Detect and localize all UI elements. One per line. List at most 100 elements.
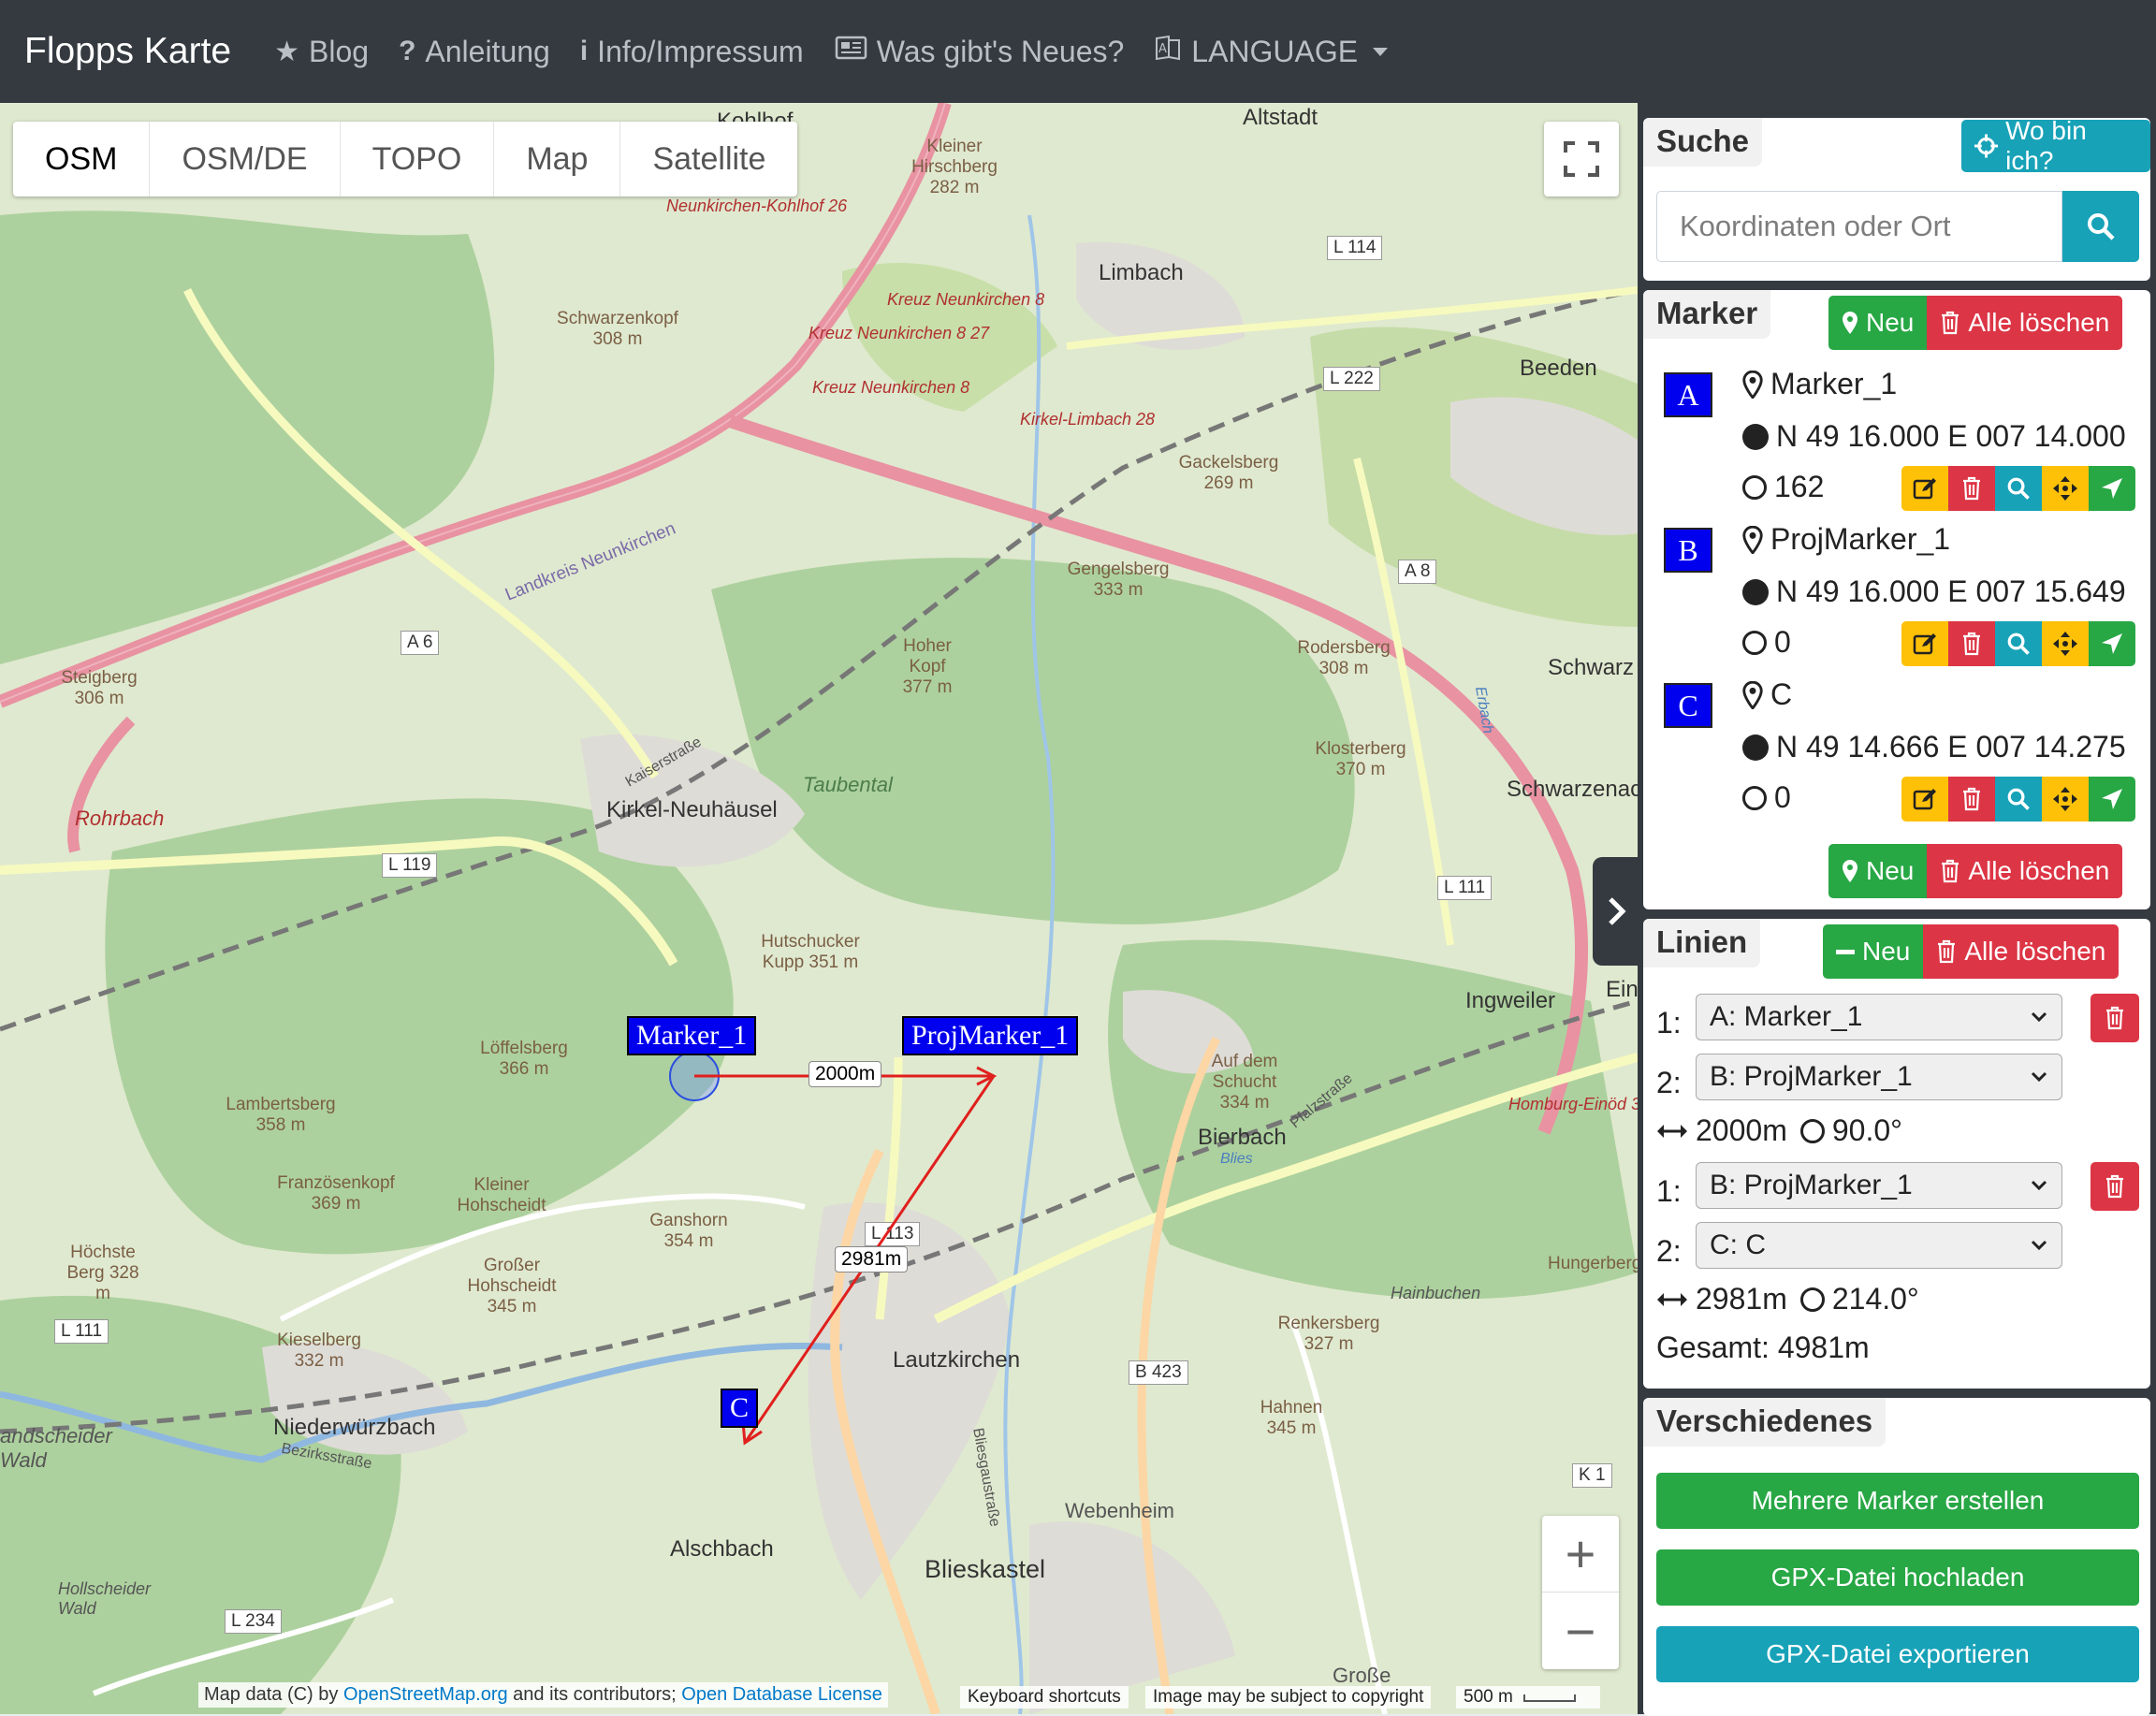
edit-icon <box>1913 789 1936 810</box>
layer-topo-button[interactable]: TOPO <box>341 122 495 196</box>
line-distance-label: 2981m <box>835 1246 909 1272</box>
map-pin-icon <box>1742 370 1763 399</box>
zoom-to-marker-button[interactable] <box>1995 621 2042 666</box>
delete-marker-button[interactable] <box>1948 777 1995 822</box>
zoom-to-marker-button[interactable] <box>1995 777 2042 822</box>
delete-all-markers-button[interactable]: Alle löschen <box>1927 844 2123 898</box>
lines-title: Linien <box>1643 919 1761 967</box>
zoom-control: + − <box>1542 1516 1619 1669</box>
project-marker-button[interactable] <box>2089 777 2135 822</box>
search-icon <box>2088 213 2115 240</box>
edit-marker-button[interactable] <box>1901 777 1948 822</box>
misc-title: Verschiedenes <box>1643 1398 1886 1447</box>
marker-name-line: ProjMarker_1 <box>1742 522 1950 557</box>
line-to-value: B: ProjMarker_1 <box>1710 1061 1913 1092</box>
line-from-label: 1: <box>1656 1005 1682 1040</box>
layer-map-button[interactable]: Map <box>494 122 621 196</box>
zoom-out-button[interactable]: − <box>1542 1592 1619 1669</box>
nav-language-label: LANGUAGE <box>1191 34 1359 68</box>
chevron-down-icon <box>2031 1071 2047 1083</box>
search-button[interactable] <box>2062 191 2139 262</box>
new-line-button[interactable]: Neu <box>1823 924 1924 979</box>
map[interactable]: Altstadt Kohlhof Limbach Beeden Kirkel-N… <box>0 103 1638 1714</box>
sidebar-toggle-button[interactable] <box>1593 857 1638 966</box>
line-from-select[interactable]: B: ProjMarker_1 <box>1696 1162 2062 1209</box>
arrows-icon <box>2053 476 2077 501</box>
trash-icon <box>1963 476 1980 501</box>
delete-marker-button[interactable] <box>1948 621 1995 666</box>
delete-line-button[interactable] <box>2090 994 2139 1042</box>
osm-link[interactable]: OpenStreetMap.org <box>343 1684 508 1705</box>
keyboard-shortcuts-link[interactable]: Keyboard shortcuts <box>960 1686 1129 1709</box>
line-from-select[interactable]: A: Marker_1 <box>1696 994 2062 1040</box>
move-marker-button[interactable] <box>2042 621 2089 666</box>
attribution-text: and its contributors; <box>507 1684 682 1705</box>
delete-all-lines-button[interactable]: Alle löschen <box>1923 924 2120 979</box>
nav-news-label: Was gibt's Neues? <box>876 34 1125 68</box>
marker-row: B ProjMarker_1 N 49 16.000 E 007 15.649 … <box>1656 522 2143 677</box>
move-marker-button[interactable] <box>2042 777 2089 822</box>
map-marker-label-b[interactable]: ProjMarker_1 <box>902 1016 1079 1055</box>
nav-anleitung[interactable]: ? Anleitung <box>399 35 550 69</box>
layer-satellite-button[interactable]: Satellite <box>620 122 797 196</box>
export-gpx-button[interactable]: GPX-Datei exportieren <box>1656 1626 2139 1682</box>
map-marker-label-c[interactable]: C <box>721 1389 759 1428</box>
nav-blog[interactable]: ★ Blog <box>274 35 369 69</box>
marker-coords: N 49 16.000 E 007 15.649 <box>1776 574 2126 608</box>
map-scale-label: 500 m <box>1464 1687 1513 1707</box>
line-to-label: 2: <box>1656 1233 1682 1268</box>
measurement-overlay <box>669 1051 998 1446</box>
project-marker-button[interactable] <box>2089 466 2135 511</box>
new-marker-button[interactable]: Neu <box>1828 844 1928 898</box>
location-arrow-icon <box>2102 478 2122 499</box>
new-line-label: Neu <box>1862 937 1911 966</box>
line-measure: 2000m 90.0° <box>1656 1113 1902 1148</box>
line-to-select[interactable]: C: C <box>1696 1222 2062 1269</box>
line-from-label: 1: <box>1656 1173 1682 1208</box>
marker-letter: B <box>1664 528 1712 573</box>
marker-name: C <box>1770 677 1793 711</box>
marker-actions-bottom: Neu Alle löschen <box>1828 844 2123 898</box>
nav-blog-label: Blog <box>309 34 370 68</box>
arrows-icon <box>2053 632 2077 656</box>
nav-info[interactable]: i Info/Impressum <box>580 35 804 69</box>
marker-title: Marker <box>1643 290 1771 339</box>
search-title: Suche <box>1643 118 1763 167</box>
fullscreen-button[interactable] <box>1544 122 1619 196</box>
compass-icon <box>1799 1287 1825 1312</box>
trash-icon <box>1942 311 1959 335</box>
layer-osm-de-button[interactable]: OSM/DE <box>150 122 341 196</box>
line-bearing: 90.0° <box>1831 1113 1902 1147</box>
delete-all-markers-button[interactable]: Alle löschen <box>1927 296 2123 350</box>
edit-marker-button[interactable] <box>1901 466 1948 511</box>
zoom-in-button[interactable]: + <box>1542 1516 1619 1592</box>
marker-row: A Marker_1 N 49 16.000 E 007 14.000 162 <box>1656 367 2143 522</box>
search-input[interactable]: Koordinaten oder Ort <box>1656 191 2062 262</box>
new-marker-button[interactable]: Neu <box>1828 296 1928 350</box>
line-to-select[interactable]: B: ProjMarker_1 <box>1696 1054 2062 1100</box>
marker-name: ProjMarker_1 <box>1770 522 1951 556</box>
map-scale: 500 m <box>1456 1686 1600 1709</box>
zoom-to-marker-button[interactable] <box>1995 466 2042 511</box>
delete-line-button[interactable] <box>2090 1162 2139 1211</box>
locate-me-button[interactable]: Wo bin ich? <box>1961 116 2150 175</box>
map-marker-label-a[interactable]: Marker_1 <box>627 1016 757 1055</box>
layer-osm-button[interactable]: OSM <box>13 122 151 196</box>
nav-language-dropdown[interactable]: A LANGUAGE <box>1154 34 1389 69</box>
odbl-link[interactable]: Open Database License <box>681 1684 882 1705</box>
create-multiple-markers-button[interactable]: Mehrere Marker erstellen <box>1656 1473 2139 1529</box>
chevron-right-icon <box>1609 897 1626 925</box>
map-scale-bar <box>1523 1694 1577 1702</box>
delete-marker-button[interactable] <box>1948 466 1995 511</box>
map-pin-icon <box>1742 525 1763 554</box>
location-arrow-icon <box>2102 633 2122 654</box>
move-marker-button[interactable] <box>2042 466 2089 511</box>
marker-card: Marker Neu Alle löschen A Marker_1 N 49 … <box>1643 290 2150 909</box>
delete-all-markers-label: Alle löschen <box>1968 308 2110 337</box>
upload-gpx-button[interactable]: GPX-Datei hochladen <box>1656 1549 2139 1606</box>
lines-actions: Neu Alle löschen <box>1823 924 2120 979</box>
edit-marker-button[interactable] <box>1901 621 1948 666</box>
brand[interactable]: Flopps Karte <box>24 31 231 72</box>
project-marker-button[interactable] <box>2089 621 2135 666</box>
nav-news[interactable]: Was gibt's Neues? <box>834 34 1125 69</box>
